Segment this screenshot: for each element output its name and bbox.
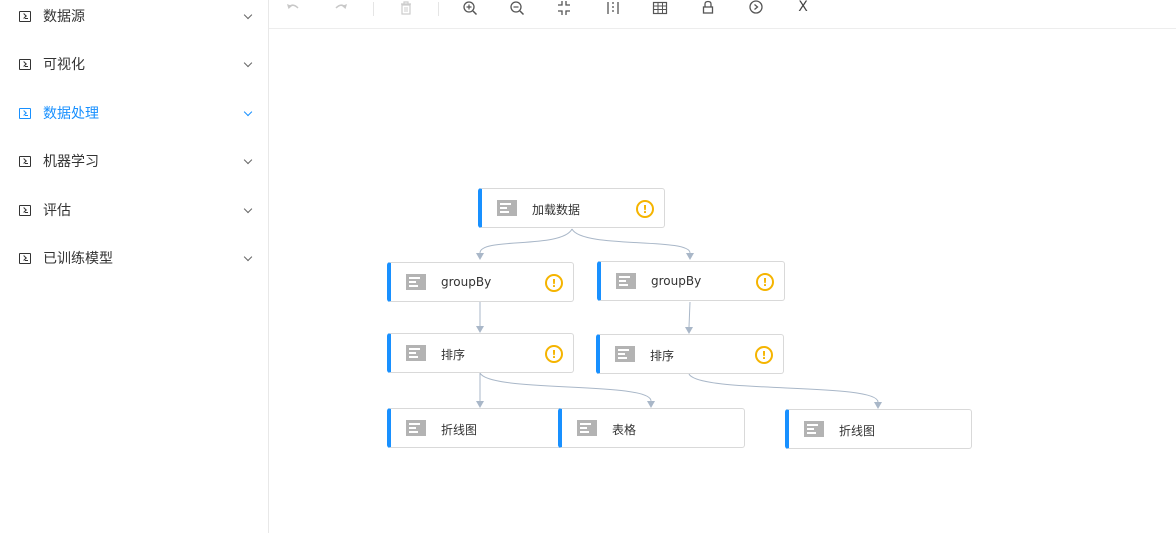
run-icon — [749, 0, 763, 14]
redo-icon — [335, 4, 347, 9]
align-button[interactable] — [603, 0, 623, 16]
edge-arrow — [874, 402, 882, 409]
flow-node-load-data[interactable]: 加载数据 ! — [478, 188, 665, 228]
terminal-icon — [19, 155, 31, 167]
sidebar-item-machine-learning[interactable]: 机器学习 — [0, 141, 268, 181]
flow-node-line-chart-left[interactable]: 折线图 — [387, 408, 562, 448]
edge-arrow — [686, 253, 694, 260]
chevron-down-icon — [243, 107, 253, 116]
sidebar-item-data-source[interactable]: 数据源 — [0, 0, 268, 36]
node-label: 排序 — [441, 348, 466, 362]
warning-icon: ! — [545, 345, 563, 363]
delete-icon — [401, 1, 411, 15]
edge-arrow — [476, 326, 484, 333]
node-label: 折线图 — [839, 424, 876, 438]
chevron-down-icon — [243, 252, 253, 261]
edge-arrow — [476, 253, 484, 260]
edge-arrow — [647, 401, 655, 408]
edge-sort1-table1 — [479, 372, 652, 402]
flow-node-sort-right[interactable]: 排序 ! — [596, 334, 784, 374]
fit-view-icon — [558, 1, 570, 15]
node-module-icon — [616, 273, 636, 289]
zoom-out-icon — [510, 1, 525, 16]
node-label: 加载数据 — [532, 203, 581, 217]
node-label: groupBy — [441, 275, 492, 289]
flow-node-table[interactable]: 表格 — [558, 408, 745, 448]
grid-icon — [652, 1, 668, 15]
sidebar-item-label: 已训练模型 — [43, 251, 113, 267]
warning-icon: ! — [756, 273, 774, 291]
zoom-in-icon — [463, 1, 478, 16]
node-label: 表格 — [612, 423, 637, 437]
chevron-down-icon — [243, 58, 253, 67]
sidebar-item-evaluation[interactable]: 评估 — [0, 190, 268, 230]
node-module-icon — [406, 345, 426, 361]
delete-button[interactable] — [396, 0, 416, 16]
warning-icon: ! — [545, 274, 563, 292]
warning-icon: ! — [636, 200, 654, 218]
node-label: groupBy — [651, 274, 702, 288]
align-icon — [607, 2, 619, 14]
terminal-icon — [19, 252, 31, 264]
terminal-icon — [19, 58, 31, 70]
lock-button[interactable] — [698, 0, 718, 16]
chevron-down-icon — [243, 10, 253, 19]
toolbar: X — [269, 0, 1176, 29]
chevron-down-icon — [243, 155, 253, 164]
terminal-icon — [19, 204, 31, 216]
node-module-icon — [406, 420, 426, 436]
sidebar-item-label: 数据处理 — [43, 106, 99, 122]
flow-canvas[interactable]: 加载数据 ! groupBy ! groupBy ! 排序 ! 排序 ! 折线图… — [269, 29, 1176, 533]
close-icon: X — [798, 0, 808, 15]
sidebar-item-trained-models[interactable]: 已训练模型 — [0, 238, 268, 278]
edge-load-groupby1 — [479, 228, 573, 254]
edge-groupby2-sort2 — [688, 301, 691, 328]
redo-button[interactable] — [331, 0, 351, 16]
toolbar-divider — [438, 2, 439, 16]
grid-button[interactable] — [650, 0, 670, 16]
edge-load-groupby2 — [571, 228, 691, 254]
edge-sort2-line2 — [688, 373, 879, 403]
lock-icon — [702, 0, 714, 14]
undo-button[interactable] — [283, 0, 303, 16]
node-module-icon — [804, 421, 824, 437]
zoom-out-button[interactable] — [507, 0, 527, 16]
node-module-icon — [406, 274, 426, 290]
terminal-icon — [19, 107, 31, 119]
flow-node-line-chart-right[interactable]: 折线图 — [785, 409, 972, 449]
node-label: 排序 — [650, 349, 675, 363]
zoom-in-button[interactable] — [460, 0, 480, 16]
chevron-down-icon — [243, 204, 253, 213]
flow-node-groupby-right[interactable]: groupBy ! — [597, 261, 785, 301]
run-button[interactable] — [746, 0, 766, 16]
undo-icon — [287, 4, 299, 9]
flow-node-groupby-left[interactable]: groupBy ! — [387, 262, 574, 302]
node-label: 折线图 — [441, 423, 478, 437]
sidebar-item-data-processing[interactable]: 数据处理 — [0, 93, 268, 133]
terminal-icon — [19, 10, 31, 22]
node-module-icon — [577, 420, 597, 436]
sidebar-item-label: 机器学习 — [43, 154, 99, 170]
sidebar-item-visualization[interactable]: 可视化 — [0, 44, 268, 84]
close-button[interactable]: X — [793, 0, 813, 15]
warning-icon: ! — [755, 346, 773, 364]
sidebar: 数据源 可视化 数据处理 机器学习 评估 已训练模型 — [0, 0, 269, 533]
sidebar-item-label: 数据源 — [43, 9, 85, 25]
sidebar-item-label: 可视化 — [43, 57, 85, 73]
node-module-icon — [615, 346, 635, 362]
edge-arrow — [476, 401, 484, 408]
fit-view-button[interactable] — [554, 0, 574, 16]
node-module-icon — [497, 200, 517, 216]
flow-node-sort-left[interactable]: 排序 ! — [387, 333, 574, 373]
sidebar-item-label: 评估 — [43, 203, 71, 219]
toolbar-divider — [373, 2, 374, 16]
edge-arrow — [685, 327, 693, 334]
